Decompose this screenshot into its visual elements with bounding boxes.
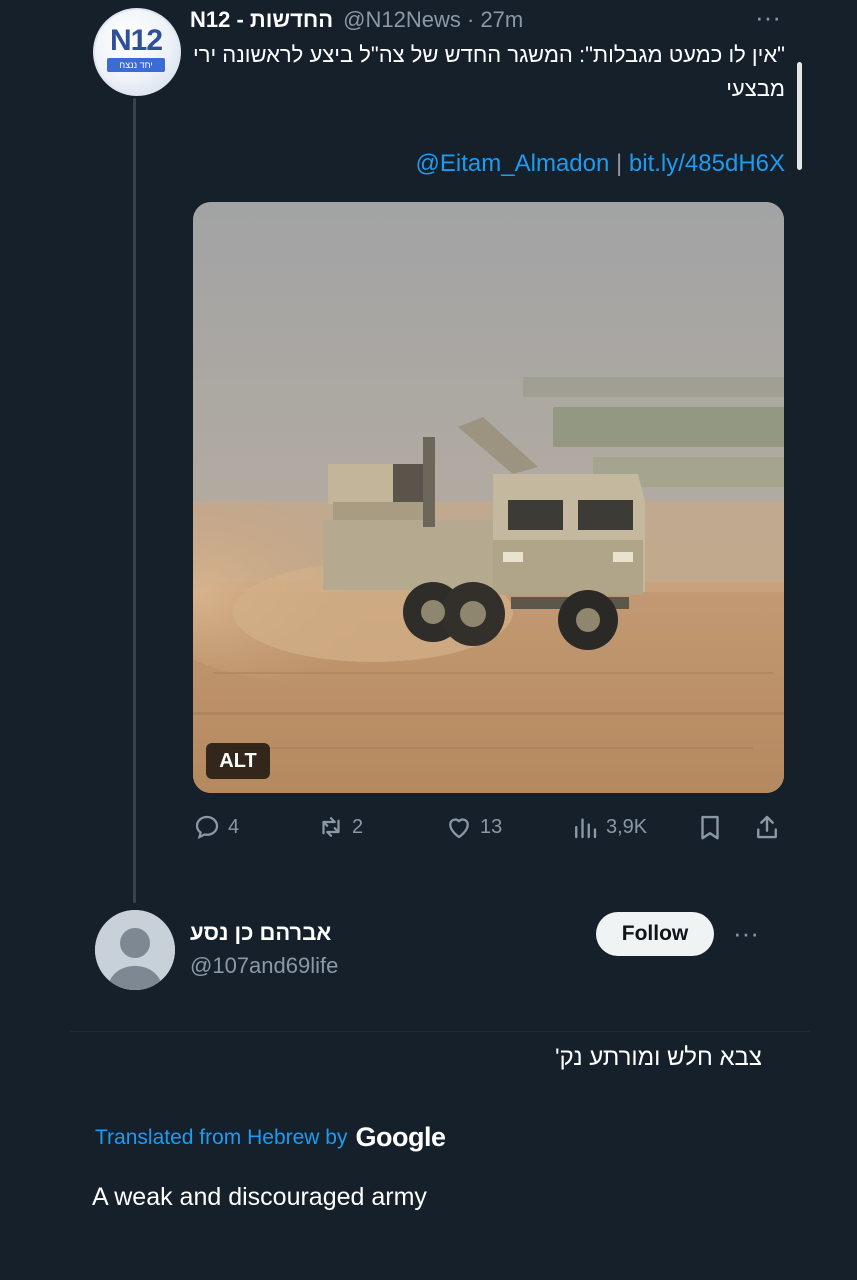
n12-avatar[interactable]: N12 יחד ננצח <box>93 8 181 96</box>
share-action[interactable] <box>752 810 782 844</box>
share-icon <box>757 815 777 839</box>
alt-text-badge[interactable]: ALT <box>206 743 270 779</box>
follow-button[interactable]: Follow <box>596 912 714 956</box>
reply-handle[interactable]: @107and69life <box>190 953 338 979</box>
reply-more-icon[interactable]: ··· <box>728 918 764 948</box>
link-separator: | <box>616 150 623 177</box>
tweet-links: @Eitam_Almadon | bit.ly/485dH6X <box>416 150 785 178</box>
rocket-launcher-truck-image <box>193 202 784 793</box>
reply-author-name[interactable]: אברהם כן נסע <box>190 920 331 946</box>
translation-attribution[interactable]: Translated from Hebrew by Google <box>95 1122 446 1153</box>
avatar-logo-subtext: יחד ננצח <box>107 58 165 72</box>
google-logo: Google <box>355 1122 446 1152</box>
tweet-time: 27m <box>480 7 524 32</box>
views-icon <box>575 818 597 839</box>
views-action[interactable]: 3,9K <box>570 810 647 844</box>
bookmark-action[interactable] <box>695 810 725 844</box>
divider <box>70 1031 810 1032</box>
retweet-count: 2 <box>352 815 364 838</box>
heart-icon <box>449 818 469 839</box>
mention-link[interactable]: @Eitam_Almadon <box>416 150 610 177</box>
translated-text: A weak and discouraged army <box>92 1183 427 1211</box>
retweet-action[interactable]: 2 <box>316 810 363 844</box>
thread-line <box>133 98 136 903</box>
reply-avatar[interactable] <box>95 910 175 990</box>
default-user-icon <box>95 910 175 990</box>
tweet-more-icon[interactable]: ··· <box>750 2 786 32</box>
retweet-icon <box>322 817 340 837</box>
tweet-handle[interactable]: @N12News · 27m <box>343 7 523 32</box>
tweet-header: N12 - החדשות @N12News · 27m <box>190 4 523 36</box>
scrollbar[interactable] <box>797 62 802 170</box>
tweet-media-image[interactable] <box>193 202 784 793</box>
tweet-text: "אין לו כמעט מגבלות": המשגר החדש של צה"ל… <box>192 42 785 101</box>
avatar-logo-text: N12 <box>109 24 163 57</box>
tweet-author-name[interactable]: N12 - החדשות <box>190 7 333 32</box>
reply-count: 4 <box>228 815 240 838</box>
url-link[interactable]: bit.ly/485dH6X <box>629 150 785 177</box>
translated-prefix: Translated from Hebrew by <box>95 1125 348 1149</box>
like-count: 13 <box>480 815 503 838</box>
like-action[interactable]: 13 <box>444 810 502 844</box>
reply-icon <box>195 815 219 840</box>
views-count: 3,9K <box>606 815 648 838</box>
bookmark-icon <box>701 815 719 840</box>
reply-text: צבא חלש ומורתע נק' <box>554 1044 762 1071</box>
reply-action[interactable]: 4 <box>192 810 239 844</box>
